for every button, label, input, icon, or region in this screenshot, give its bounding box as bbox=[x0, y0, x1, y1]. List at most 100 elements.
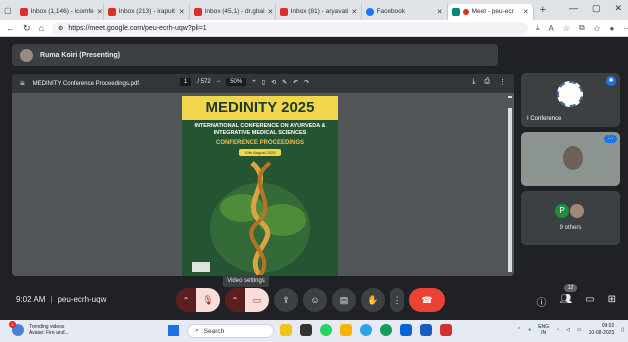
tab-inbox-4[interactable]: Inbox (81) - aryavati ✕ bbox=[276, 3, 362, 20]
info-icon[interactable]: ⓘ bbox=[536, 294, 546, 309]
wifi-icon[interactable]: ◔ bbox=[556, 327, 559, 333]
tab-inbox-2[interactable]: Inbox (213) - irapult ✕ bbox=[104, 3, 190, 20]
meeting-controls: 9:02 AM | peu-ecrh-uqw ⌃ 🎙︎ ⌃ ▭ ⇪ ☺ ▤ ✋ ⋮ … bbox=[0, 286, 628, 316]
word-icon[interactable] bbox=[420, 324, 432, 336]
zoom-in-icon[interactable]: + bbox=[252, 79, 256, 85]
address-bar-row: ← ↻ ⌂ ⚙ https://meet.google.com/peu-ecrh… bbox=[0, 20, 628, 37]
system-tray: ⌃ ● ENG IN ◔ ◁ ▭ 09:02 10-08-2025 ▯ bbox=[517, 323, 624, 337]
chevron-up-icon[interactable]: ⌃ bbox=[517, 327, 521, 333]
tab-label: Inbox (45,1) - dr.gbai bbox=[204, 8, 265, 15]
self-video-tile[interactable]: … bbox=[521, 132, 620, 186]
app-icon[interactable] bbox=[280, 324, 292, 336]
annotate-icon[interactable]: ✎ bbox=[282, 79, 287, 86]
clock[interactable]: 09:02 10-08-2025 bbox=[589, 323, 615, 337]
rotate-icon[interactable]: ⟲ bbox=[271, 79, 276, 86]
maximize-icon[interactable]: ▢ bbox=[592, 3, 601, 14]
store-icon[interactable] bbox=[400, 324, 412, 336]
print-icon[interactable]: ⎙ bbox=[484, 78, 490, 86]
read-aloud-icon[interactable]: A bbox=[549, 24, 554, 33]
url-text: https://meet.google.com/peu-ecrh-uqw?pli… bbox=[68, 24, 207, 32]
mic-active-icon: ✱ bbox=[606, 76, 616, 86]
participants-badge: 12 bbox=[564, 284, 577, 292]
tab-label: Inbox (213) - irapult bbox=[118, 8, 175, 15]
pdf-filename: MEDINITY Conference Proceedings.pdf bbox=[32, 80, 139, 87]
page-number-input[interactable]: 1 bbox=[180, 78, 192, 86]
gmail-icon bbox=[19, 7, 28, 16]
close-window-icon[interactable]: ✕ bbox=[614, 3, 622, 14]
more-options-button[interactable]: ⋮ bbox=[390, 288, 404, 312]
zoom-level[interactable]: 50% bbox=[226, 78, 247, 86]
activities-icon[interactable]: ⊞ bbox=[608, 294, 616, 309]
others-tile[interactable]: P 9 others bbox=[521, 191, 620, 245]
redo-icon[interactable]: ↷ bbox=[304, 79, 309, 86]
raise-hand-button[interactable]: ✋ bbox=[361, 288, 385, 312]
close-icon[interactable]: ✕ bbox=[437, 8, 443, 16]
menu-icon[interactable]: ≡ bbox=[20, 79, 25, 88]
scrollbar[interactable] bbox=[508, 96, 512, 272]
tab-inbox-1[interactable]: Inbox (1,146) - icomfe ✕ bbox=[16, 3, 104, 20]
close-icon[interactable]: ✕ bbox=[179, 8, 185, 16]
avatar bbox=[570, 204, 584, 218]
close-icon[interactable]: ✕ bbox=[268, 8, 274, 16]
clock-date: 10-08-2025 bbox=[588, 330, 615, 336]
download-icon[interactable]: ⤓ bbox=[472, 78, 475, 86]
mic-off-button[interactable]: 🎙︎ bbox=[196, 288, 220, 312]
tab-inbox-3[interactable]: Inbox (45,1) - dr.gbai ✕ bbox=[190, 3, 276, 20]
more-icon[interactable]: ⋮ bbox=[499, 78, 506, 86]
favorite-icon[interactable]: ☆ bbox=[563, 24, 570, 33]
notifications-icon[interactable]: ▯ bbox=[621, 327, 624, 333]
participant-tile[interactable]: ✱ I Conference bbox=[521, 73, 620, 127]
reload-icon[interactable]: ↻ bbox=[23, 23, 31, 34]
mic-icon[interactable]: ● bbox=[528, 327, 531, 333]
pdf-reader-icon[interactable] bbox=[440, 324, 452, 336]
whatsapp-icon[interactable] bbox=[320, 324, 332, 336]
site-info-icon[interactable]: ⚙ bbox=[58, 25, 63, 32]
leave-call-button[interactable]: ☎ bbox=[409, 288, 445, 312]
taskbar-search[interactable]: ⌕ Search bbox=[187, 324, 274, 338]
favorites-bar-icon[interactable]: ✩ bbox=[594, 24, 601, 33]
presenter-bar: Ruma Koiri (Presenting) bbox=[12, 44, 498, 66]
more-options-icon[interactable]: … bbox=[604, 135, 617, 143]
url-field[interactable]: ⚙ https://meet.google.com/peu-ecrh-uqw?p… bbox=[51, 21, 528, 35]
back-icon[interactable]: ← bbox=[6, 23, 15, 33]
chat-icon[interactable]: ▭ bbox=[585, 294, 594, 309]
more-icon[interactable]: ⋯ bbox=[623, 24, 628, 33]
zoom-out-icon[interactable]: − bbox=[217, 79, 221, 85]
close-icon[interactable]: ✕ bbox=[351, 8, 357, 16]
download-icon[interactable]: ⤓ bbox=[536, 23, 540, 33]
home-icon[interactable]: ⌂ bbox=[39, 23, 44, 33]
windows-start-icon[interactable] bbox=[168, 325, 179, 336]
collections-icon[interactable]: ⧉ bbox=[579, 23, 585, 33]
edge-icon[interactable] bbox=[360, 324, 372, 336]
close-icon[interactable]: ✕ bbox=[97, 8, 103, 16]
participant-name: I Conference bbox=[527, 116, 562, 122]
file-explorer-icon[interactable] bbox=[340, 324, 352, 336]
cover-proceedings: CONFERENCE PROCEEDINGS bbox=[215, 140, 304, 146]
people-icon[interactable]: 👥︎ bbox=[559, 294, 572, 309]
captions-button[interactable]: ▤ bbox=[332, 288, 356, 312]
tab-facebook[interactable]: Facebook ✕ bbox=[362, 3, 448, 20]
present-button[interactable]: ⇪ bbox=[274, 288, 298, 312]
chevron-up-icon[interactable]: ⌃ bbox=[225, 288, 245, 312]
widgets-button[interactable]: 2 Trending videos Avatar: Fire and... bbox=[9, 321, 69, 336]
chrome-icon[interactable] bbox=[380, 324, 392, 336]
tab-actions-icon[interactable]: ▢ bbox=[4, 6, 12, 15]
minimize-icon[interactable]: — bbox=[569, 3, 578, 14]
tab-meet[interactable]: Meet - peu-ecr ✕ bbox=[447, 3, 534, 20]
camera-off-button[interactable]: ▭ bbox=[245, 288, 269, 312]
task-view-icon[interactable] bbox=[300, 324, 312, 336]
battery-icon[interactable]: ▭ bbox=[577, 327, 582, 333]
cover-date: 10th August 2025 bbox=[239, 149, 281, 156]
meeting-time: 9:02 AM bbox=[16, 295, 46, 304]
volume-icon[interactable]: ◁ bbox=[566, 327, 570, 333]
language-indicator[interactable]: ENG IN bbox=[538, 324, 549, 336]
fit-page-icon[interactable]: ▯ bbox=[262, 79, 265, 86]
tab-label: Inbox (1,146) - icomfe bbox=[30, 8, 94, 15]
new-tab-button[interactable]: + bbox=[540, 4, 546, 16]
widgets-icon: 2 bbox=[9, 321, 24, 336]
close-icon[interactable]: ✕ bbox=[523, 8, 529, 16]
chevron-up-icon[interactable]: ⌃ bbox=[176, 288, 196, 312]
emoji-button[interactable]: ☺ bbox=[303, 288, 327, 312]
undo-icon[interactable]: ↶ bbox=[293, 79, 298, 86]
profile-avatar[interactable]: ● bbox=[609, 24, 614, 33]
